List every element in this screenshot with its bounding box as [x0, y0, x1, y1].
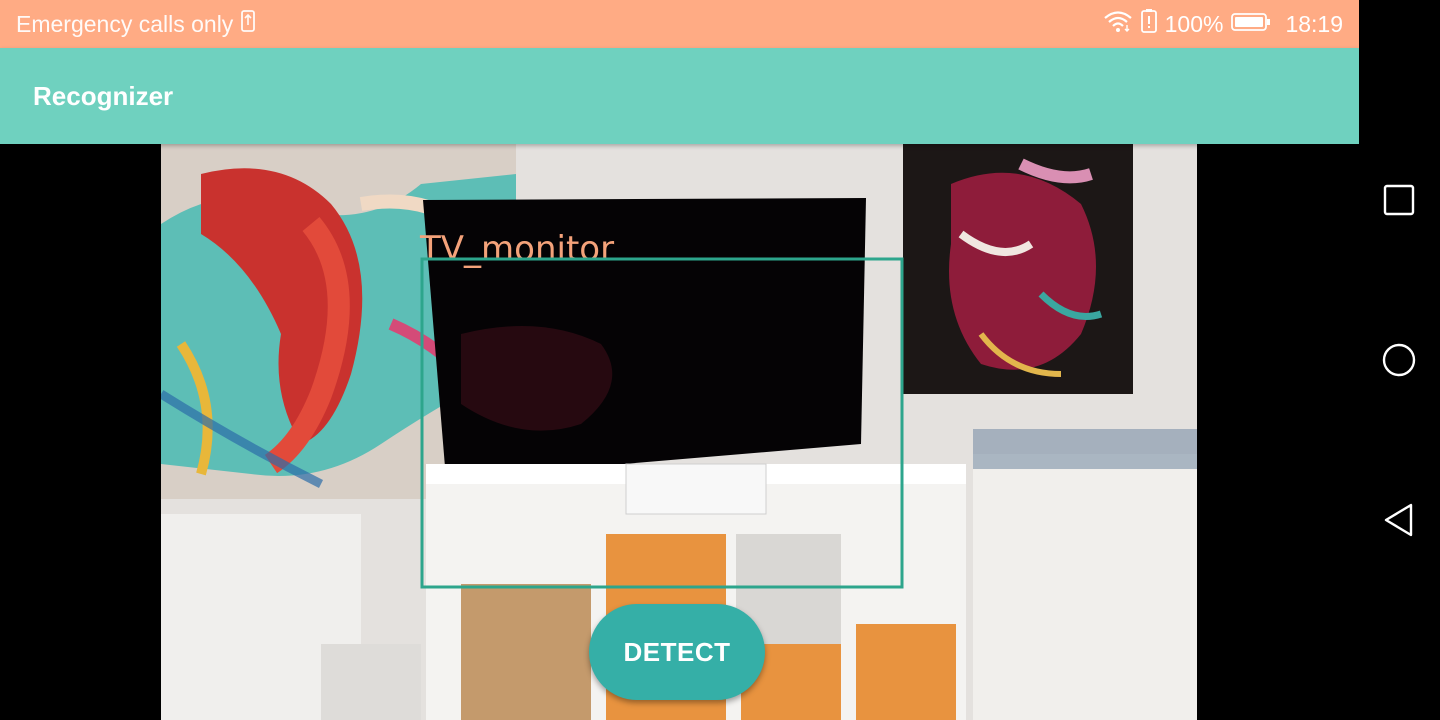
battery-alert-icon	[1140, 9, 1157, 39]
detect-button[interactable]: DETECT	[589, 604, 765, 700]
status-left: Emergency calls only	[16, 0, 256, 48]
detection-label: TV_monitor	[419, 229, 614, 269]
clock: 18:19	[1285, 10, 1343, 37]
battery-percent: 100%	[1164, 10, 1224, 37]
status-bar: Emergency calls only 100% 18:19	[0, 0, 1359, 48]
home-circle-icon[interactable]	[1379, 340, 1419, 380]
sim-icon	[241, 10, 256, 38]
status-right: 100% 18:19	[1103, 0, 1343, 48]
battery-icon	[1231, 11, 1271, 38]
recents-square-icon[interactable]	[1379, 180, 1419, 220]
back-triangle-icon[interactable]	[1379, 500, 1419, 540]
app-title: Recognizer	[33, 80, 174, 111]
navigation-bar	[1359, 0, 1440, 720]
carrier-text: Emergency calls only	[16, 10, 234, 37]
phone-screen: Emergency calls only 100% 18:19 Recogniz…	[0, 0, 1440, 720]
wifi-icon	[1103, 9, 1133, 39]
detection-box	[420, 257, 904, 589]
app-bar: Recognizer	[0, 48, 1359, 144]
